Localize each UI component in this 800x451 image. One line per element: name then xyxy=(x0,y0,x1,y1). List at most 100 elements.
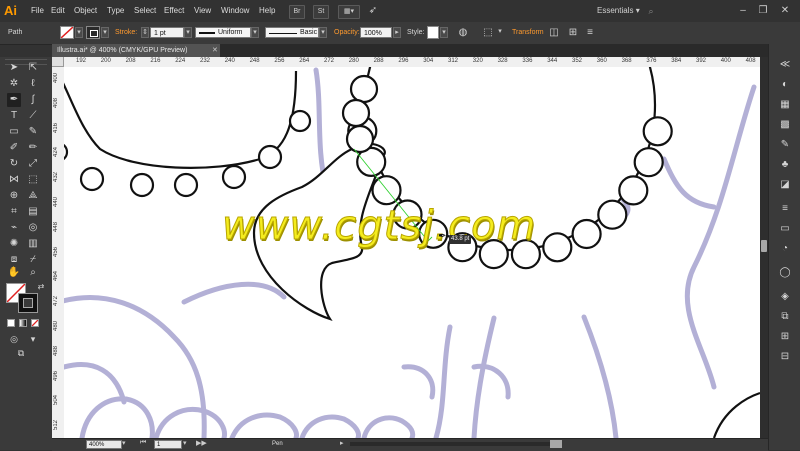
opacity-dropdown-icon[interactable]: ▸ xyxy=(393,27,401,38)
minimize-button[interactable]: – xyxy=(736,4,750,18)
stroke-icon[interactable]: ≡ xyxy=(778,202,792,216)
perspective-grid-icon[interactable]: ⟁ xyxy=(26,189,40,203)
isolate-icon[interactable]: ◫ xyxy=(547,26,561,40)
pencil-icon[interactable]: ✏ xyxy=(26,141,40,155)
transform-label[interactable]: Transform xyxy=(512,22,544,44)
swap-fill-stroke-icon[interactable]: ⇄ xyxy=(34,280,48,294)
free-transform-icon[interactable]: ⬚ xyxy=(26,173,40,187)
menu-type[interactable]: Type xyxy=(107,0,124,22)
stroke-weight-field[interactable]: 1 pt xyxy=(150,27,184,38)
selection-icon[interactable]: ➤ xyxy=(7,61,21,75)
rotate-icon[interactable]: ↻ xyxy=(7,157,21,171)
recolor-artwork-icon[interactable]: ◍ xyxy=(456,26,470,40)
variable-width-profile[interactable]: Uniform xyxy=(195,27,251,38)
horizontal-scroll-thumb[interactable] xyxy=(550,440,562,448)
gradient-icon[interactable]: ▤ xyxy=(26,205,40,219)
screen-mode-icon[interactable]: ⧉ xyxy=(14,346,28,360)
first-artboard-icon[interactable]: ⏮ xyxy=(140,439,150,449)
slice-icon[interactable]: ⌿ xyxy=(26,253,40,267)
lasso-icon[interactable]: ℓ xyxy=(26,77,40,91)
paintbrush-icon[interactable]: ✎ xyxy=(26,125,40,139)
pen-icon[interactable]: ✒ xyxy=(7,93,21,107)
layers-icon[interactable]: ◈ xyxy=(778,290,792,304)
stroke-color-widget[interactable] xyxy=(18,293,38,313)
symbols-icon[interactable]: ♣ xyxy=(778,158,792,172)
ruler-origin[interactable] xyxy=(52,57,64,67)
stroke-label[interactable]: Stroke: xyxy=(115,22,137,44)
select-similar-icon[interactable]: ⊞ xyxy=(566,26,580,40)
artboards-icon[interactable]: ⧉ xyxy=(778,310,792,324)
panel-menu-icon[interactable]: ≡ xyxy=(583,26,597,40)
line-segment-icon[interactable]: ⟋ xyxy=(26,109,40,123)
artboard-icon[interactable]: ⧈ xyxy=(7,253,21,267)
close-window-button[interactable]: ✕ xyxy=(778,4,792,18)
column-graph-icon[interactable]: ▥ xyxy=(26,237,40,251)
zoom-dropdown-icon[interactable]: ▾ xyxy=(122,439,130,449)
workspace-switcher[interactable]: Essentials ▾ xyxy=(597,0,640,22)
stroke-dropdown-icon[interactable]: ▾ xyxy=(101,27,109,38)
direct-selection-icon[interactable]: ⇱ xyxy=(26,61,40,75)
width-icon[interactable]: ⋈ xyxy=(7,173,21,187)
collapse-panels-icon[interactable]: ≪ xyxy=(778,58,792,72)
style-dropdown-icon[interactable]: ▾ xyxy=(440,27,448,38)
rectangle-icon[interactable]: ▭ xyxy=(7,125,21,139)
close-tab-icon[interactable]: ✕ xyxy=(212,44,220,57)
transparency-icon[interactable]: ◔ xyxy=(778,242,792,256)
brushes-icon[interactable]: ✎ xyxy=(778,138,792,152)
graphic-style-swatch[interactable] xyxy=(427,26,439,39)
document-tab[interactable]: Illustra.ai* @ 400% (CMYK/GPU Preview) xyxy=(52,44,220,57)
profile-dropdown-icon[interactable]: ▾ xyxy=(251,27,259,38)
fill-dropdown-icon[interactable]: ▾ xyxy=(75,27,83,38)
draw-mode-icon[interactable]: ▾ xyxy=(26,332,40,346)
links-icon[interactable]: ⊞ xyxy=(778,330,792,344)
type-icon[interactable]: T xyxy=(7,109,21,123)
menu-help[interactable]: Help xyxy=(259,0,275,22)
stock-button[interactable]: St xyxy=(313,5,329,19)
gpu-performance-icon[interactable]: ➶ xyxy=(366,4,380,18)
gradient-mode-icon[interactable] xyxy=(19,319,27,327)
color-icon[interactable]: ◐ xyxy=(778,78,792,92)
opacity-label[interactable]: Opacity: xyxy=(334,22,360,44)
menu-view[interactable]: View xyxy=(194,0,211,22)
blend-icon[interactable]: ◎ xyxy=(26,221,40,235)
brush-definition[interactable]: Basic xyxy=(265,27,319,38)
fill-swatch[interactable] xyxy=(60,26,74,39)
artboard-dropdown-icon[interactable]: ▾ xyxy=(183,439,191,449)
maximize-button[interactable]: ❐ xyxy=(756,4,770,18)
curvature-icon[interactable]: ∫ xyxy=(26,93,40,107)
hand-icon[interactable]: ✋ xyxy=(7,266,21,280)
stroke-weight-stepper[interactable]: ⇕ xyxy=(141,27,149,38)
draw-normal-icon[interactable]: ◎ xyxy=(7,332,21,346)
brush-dropdown-icon[interactable]: ▾ xyxy=(319,27,327,38)
zoom-level-field[interactable]: 400% xyxy=(86,440,122,449)
color-guide-icon[interactable]: ▦ xyxy=(778,98,792,112)
menu-select[interactable]: Select xyxy=(134,0,156,22)
artboard-number-field[interactable]: 1 xyxy=(154,440,182,449)
menu-edit[interactable]: Edit xyxy=(51,0,65,22)
stroke-swatch[interactable] xyxy=(86,26,100,39)
search-icon[interactable]: ⌕ xyxy=(644,4,658,18)
color-mode-icon[interactable] xyxy=(7,319,15,327)
zoom-icon[interactable]: ⌕ xyxy=(26,266,40,280)
swatches-icon[interactable]: ▩ xyxy=(778,118,792,132)
align-to-icon[interactable]: ⬚ xyxy=(481,26,495,40)
shape-builder-icon[interactable]: ⊕ xyxy=(7,189,21,203)
menu-file[interactable]: File xyxy=(31,0,44,22)
status-menu-icon[interactable]: ▸ xyxy=(340,439,348,449)
menu-effect[interactable]: Effect xyxy=(164,0,184,22)
horizontal-scrollbar[interactable] xyxy=(350,442,550,446)
none-mode-icon[interactable] xyxy=(31,319,39,327)
opacity-field[interactable]: 100% xyxy=(360,27,392,38)
magic-wand-icon[interactable]: ✲ xyxy=(7,77,21,91)
align-icon[interactable]: ⊟ xyxy=(778,350,792,364)
eyedropper-icon[interactable]: ⌁ xyxy=(7,221,21,235)
vertical-scroll-thumb[interactable] xyxy=(761,240,767,252)
shaper-icon[interactable]: ✐ xyxy=(7,141,21,155)
arrange-documents-icon[interactable]: ▦▾ xyxy=(338,5,360,19)
scale-icon[interactable]: ⤢ xyxy=(26,157,40,171)
menu-window[interactable]: Window xyxy=(221,0,249,22)
graphic-styles-icon[interactable]: ◪ xyxy=(778,178,792,192)
stroke-weight-dropdown-icon[interactable]: ▾ xyxy=(184,27,192,38)
menu-object[interactable]: Object xyxy=(74,0,97,22)
symbol-sprayer-icon[interactable]: ✺ xyxy=(7,237,21,251)
